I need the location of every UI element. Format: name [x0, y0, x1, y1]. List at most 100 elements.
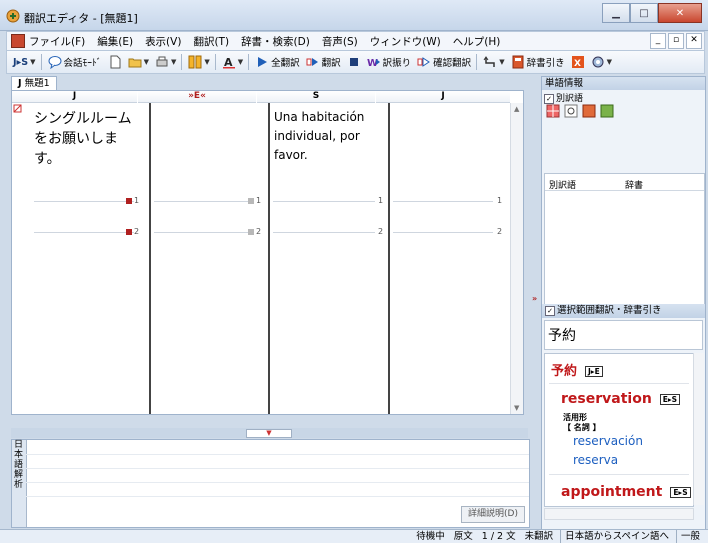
layout-button[interactable]: ▼	[188, 55, 210, 69]
minimize-button[interactable]: ▁	[602, 3, 630, 23]
menu-edit[interactable]: 編集(E)	[97, 34, 133, 49]
sidebar-splitter[interactable]: »	[531, 76, 540, 528]
menu-translate[interactable]: 翻訳(T)	[193, 34, 229, 49]
translate-all-button[interactable]: 全翻訳	[255, 55, 300, 69]
open-button[interactable]: ▼	[128, 55, 149, 69]
conversation-mode-button[interactable]: 会話ﾓｰﾄﾞ	[48, 55, 102, 69]
splitter-handle[interactable]: ▼	[246, 429, 292, 438]
speech-bubble-icon	[48, 56, 62, 69]
dictionary-entry-word[interactable]: reservation E▸S	[561, 391, 681, 407]
confirm-translation-button[interactable]: 確認翻訳	[417, 55, 471, 69]
entry-separator	[549, 474, 689, 475]
pane-splitter[interactable]: ▼	[11, 428, 528, 438]
column-header-source[interactable]: J	[12, 91, 137, 103]
spanish-cell[interactable]: Una habitación individual, por favor.	[274, 108, 364, 165]
source-cell[interactable]: シングルルーム をお願いしま す。	[34, 109, 132, 169]
close-icon: ✕	[675, 7, 685, 19]
app-window: 翻訳エディタ - [無題1] ▁ □ ✕ ファイル(F) 編集(E) 表示(V)…	[0, 0, 708, 543]
menu-help[interactable]: ヘルプ(H)	[453, 34, 501, 49]
analysis-tab[interactable]: 日本語解析	[12, 440, 27, 527]
expand-arrow-icon[interactable]: »	[532, 294, 537, 303]
dictionary-results[interactable]: 予約 J▸E reservation E▸S 活用形 【 名詞 】 reservac…	[544, 353, 694, 507]
close-button[interactable]: ✕	[658, 3, 702, 23]
tab-document[interactable]: J 無題1	[11, 76, 57, 90]
column-divider[interactable]	[388, 103, 390, 414]
marker-icon	[248, 197, 254, 204]
menu-bar: ファイル(F) 編集(E) 表示(V) 翻訳(T) 辞書・検索(D) 音声(S)…	[6, 31, 705, 51]
analysis-tab-label: 日本語解析	[14, 440, 24, 490]
alt-translation-button[interactable]: W 訳振り	[367, 55, 412, 69]
menu-file[interactable]: ファイル(F)	[29, 34, 85, 49]
direction-button[interactable]: J▸S ▼	[13, 57, 36, 68]
scroll-up-icon[interactable]: ▲	[514, 105, 519, 113]
window-controls: ▁ □ ✕	[602, 3, 702, 23]
row-number-value: 2	[134, 227, 140, 236]
translate-sentence-icon	[306, 58, 318, 66]
column-header-spanish[interactable]: S	[257, 91, 375, 103]
print-button[interactable]: ▼	[155, 55, 176, 69]
search-icon[interactable]	[564, 104, 578, 118]
dictionary-entry-word[interactable]: appointment E▸S	[561, 484, 691, 500]
column-divider[interactable]	[268, 103, 270, 414]
font-button[interactable]: A ▼	[222, 55, 243, 69]
stop-button[interactable]	[347, 55, 361, 69]
range-lookup-label: 選択範囲翻訳・辞書引き	[557, 305, 662, 316]
font-icon: A	[222, 56, 235, 69]
translation-editor[interactable]: J »E« S J シングルルーム をお願いしま す。 Una habitaci…	[11, 90, 524, 415]
detail-button[interactable]: 詳細説明(D)	[461, 506, 525, 523]
confirm-translation-label: 確認翻訳	[433, 58, 472, 69]
row-number: 2	[126, 227, 139, 236]
checkbox-checked-icon[interactable]: ✓	[545, 305, 555, 316]
status-source: 原文	[453, 531, 473, 542]
document-icon[interactable]	[11, 34, 25, 48]
chevron-down-icon: ▼	[606, 58, 612, 66]
menu-window[interactable]: ウィンドウ(W)	[370, 34, 441, 49]
maximize-button[interactable]: □	[630, 3, 658, 23]
translation-link[interactable]: reservación	[573, 434, 643, 448]
stop-icon	[349, 58, 358, 66]
undo-button[interactable]: ▼	[483, 55, 505, 69]
translate-button[interactable]: 翻訳	[306, 55, 341, 69]
alt-translation-toggle[interactable]: ✓ 別訳語	[544, 91, 583, 104]
japanese-analysis-pane: 日本語解析 詳細説明(D)	[11, 439, 530, 528]
column-header-back[interactable]: J	[376, 91, 510, 103]
menu-dictionary[interactable]: 辞書・検索(D)	[241, 34, 310, 49]
title-bar[interactable]: 翻訳エディタ - [無題1] ▁ □ ✕	[0, 0, 708, 31]
translate-all-label: 全翻訳	[271, 58, 300, 69]
mdi-minimize-button[interactable]: _	[650, 33, 666, 49]
range-lookup-toggle[interactable]: ✓ 選択範囲翻訳・辞書引き	[542, 304, 705, 318]
lookup-input[interactable]: 予約	[544, 320, 703, 350]
new-document-button[interactable]	[108, 55, 122, 69]
menu-voice[interactable]: 音声(S)	[322, 34, 358, 49]
status-bar: 待機中 原文 1 / 2 文 未翻訳 日本語からスペイン語へ 一般	[0, 529, 708, 543]
status-field: 一般	[675, 530, 702, 543]
scroll-down-icon[interactable]: ▼	[514, 404, 519, 412]
add-word-icon[interactable]	[600, 104, 614, 118]
conversation-mode-label: 会話ﾓｰﾄﾞ	[63, 58, 102, 69]
menu-view[interactable]: 表示(V)	[145, 34, 181, 49]
analysis-row-line	[26, 482, 529, 483]
excel-button[interactable]: X	[571, 55, 585, 69]
undo-icon	[483, 56, 495, 67]
column-header-english[interactable]: »E«	[138, 91, 256, 103]
settings-button[interactable]: ▼	[591, 55, 612, 69]
row-number-value: 1	[256, 196, 262, 205]
dictionary-hscrollbar[interactable]	[544, 508, 694, 520]
table-header-separator	[545, 190, 704, 191]
grid-icon[interactable]	[546, 104, 560, 118]
row-separator	[273, 232, 375, 233]
analysis-row-line	[26, 468, 529, 469]
folder-icon	[128, 58, 142, 68]
dictionary-lookup-button[interactable]: 辞書引き	[511, 55, 565, 69]
mdi-restore-button[interactable]: ▫	[668, 33, 684, 49]
dictionary-scrollbar[interactable]	[693, 353, 704, 505]
editor-scrollbar[interactable]: ▲ ▼	[510, 103, 523, 414]
mdi-close-button[interactable]: ✕	[686, 33, 702, 49]
column-divider[interactable]	[149, 103, 151, 414]
dictionary-icon[interactable]	[582, 104, 596, 118]
entry-direction-tag: E▸S	[670, 486, 691, 498]
translation-link[interactable]: reserva	[573, 453, 618, 467]
maximize-icon: □	[639, 7, 649, 19]
row-separator	[273, 201, 375, 202]
checkbox-checked-icon[interactable]: ✓	[544, 93, 554, 104]
